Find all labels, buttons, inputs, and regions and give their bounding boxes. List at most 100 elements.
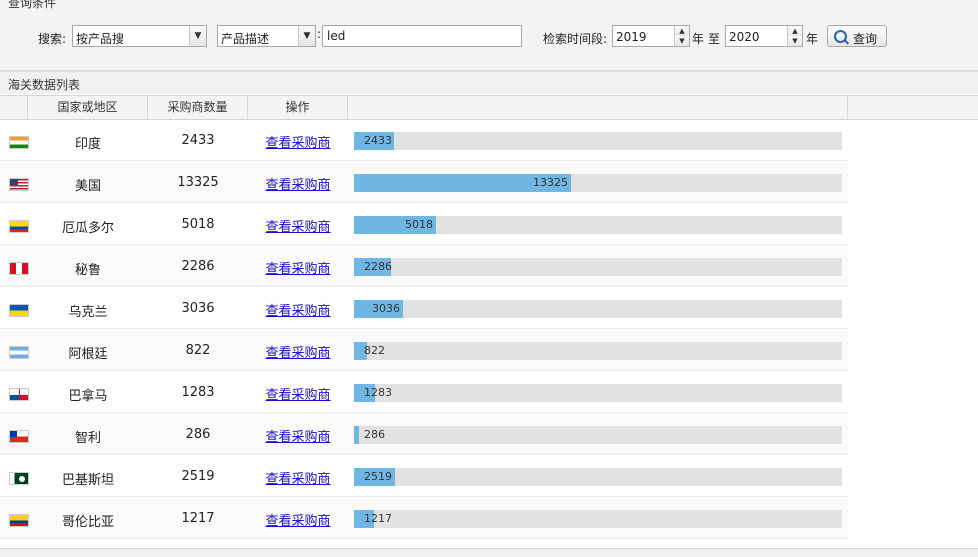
view-buyers-link[interactable]: 查看采购商 [248,342,348,361]
country-name: 巴拿马 [68,389,108,404]
panama-flag-icon [9,388,29,401]
time-range-label: 检索时间段: [543,32,608,46]
ukraine-flag-icon [9,304,29,317]
buyer-count-bar: 3036 [354,300,842,318]
buyer-count-bar-label: 3036 [372,302,400,315]
table-row: 美国 13325 查看采购商 13325 [0,161,848,203]
india-flag-icon [9,136,29,149]
view-buyers-link[interactable]: 查看采购商 [248,216,348,235]
year-to-spinner[interactable]: 2020 ▲ ▼ [725,25,803,47]
table-row: 厄瓜多尔 5018 查看采购商 5018 [0,203,848,245]
buyer-count-bar: 1217 [354,510,842,528]
column-header-bar [348,96,848,119]
table-row: 智利 286 查看采购商 286 [0,413,848,455]
country-name: 秘鲁 [74,263,101,278]
year-from-value: 2019 [616,30,647,44]
year-to-value: 2020 [729,30,760,44]
data-rows: 印度 2433 查看采购商 2433 美国 13325 查看采购商 13325 厄瓜多尔 5018… [0,119,848,539]
buyer-count-bar: 2286 [354,258,842,276]
buyer-count: 1283 [181,385,215,400]
spinner-arrows[interactable]: ▲ ▼ [787,26,802,46]
data-list-title: 海关数据列表 [8,78,81,92]
field-mode-select[interactable]: 产品描述 ▼ [217,25,316,47]
query-row: 搜索: 按产品搜 ▼ 产品描述 ▼ : 检索时间段: 2019 ▲ ▼ 年 至 … [0,25,978,49]
country-name: 智利 [74,431,101,446]
spin-down-icon[interactable]: ▼ [675,36,689,46]
to-label: 至 [708,32,721,46]
buyer-count-bar-label: 5018 [405,218,433,231]
buyer-count: 3036 [181,301,215,316]
chevron-down-icon[interactable]: ▼ [298,26,315,46]
table-row: 印度 2433 查看采购商 2433 [0,119,848,161]
colombia-flag-icon [9,514,29,527]
buyer-count-bar-label: 286 [364,428,385,441]
buyer-count-bar-label: 2286 [364,260,392,273]
country-name: 美国 [74,179,101,194]
buyer-count-bar-label: 1217 [364,512,392,525]
column-header-country[interactable]: 国家或地区 [28,96,148,119]
view-buyers-link[interactable]: 查看采购商 [248,384,348,403]
spin-up-icon[interactable]: ▲ [788,26,802,36]
argentina-flag-icon [9,346,29,359]
country-name: 哥伦比亚 [61,515,114,530]
search-mode-select[interactable]: 按产品搜 ▼ [72,25,207,47]
view-buyers-link[interactable]: 查看采购商 [248,258,348,277]
view-buyers-link[interactable]: 查看采购商 [248,132,348,151]
year-from-spinner[interactable]: 2019 ▲ ▼ [612,25,690,47]
flag-column-header [0,96,28,119]
query-panel-title: 查询条件 [8,0,57,10]
buyer-count-bar-label: 822 [364,344,385,357]
year-unit-label: 年 [692,32,705,46]
spin-down-icon[interactable]: ▼ [788,36,802,46]
country-name: 印度 [74,137,101,152]
grid-header: 国家或地区 采购商数量 操作 [0,95,978,120]
table-row: 阿根廷 822 查看采购商 822 [0,329,848,371]
pakistan-flag-icon [9,472,29,485]
search-mode-value: 按产品搜 [76,32,125,46]
buyer-count-bar: 1283 [354,384,842,402]
chile-flag-icon [9,430,29,443]
data-list-header: 海关数据列表 [0,71,978,94]
view-buyers-link[interactable]: 查看采购商 [248,300,348,319]
buyer-count-bar-label: 1283 [364,386,392,399]
buyer-count: 822 [185,343,211,358]
table-row: 巴基斯坦 2519 查看采购商 2519 [0,455,848,497]
country-name: 巴基斯坦 [61,473,114,488]
buyer-count-bar: 822 [354,342,842,360]
table-row: 巴拿马 1283 查看采购商 1283 [0,371,848,413]
view-buyers-link[interactable]: 查看采购商 [248,468,348,487]
query-button[interactable]: 查询 [827,25,887,47]
buyer-count: 5018 [181,217,215,232]
field-mode-value: 产品描述 [221,32,270,46]
column-header-buyer-count[interactable]: 采购商数量 [148,96,248,119]
buyer-count: 13325 [177,175,219,190]
country-name: 阿根廷 [68,347,108,362]
keyword-input[interactable] [322,25,522,47]
buyer-count-bar: 2433 [354,132,842,150]
buyer-count: 2519 [181,469,215,484]
view-buyers-link[interactable]: 查看采购商 [248,174,348,193]
chevron-down-icon[interactable]: ▼ [189,26,206,46]
view-buyers-link[interactable]: 查看采购商 [248,426,348,445]
buyer-count-bar-label: 13325 [533,176,568,189]
view-buyers-link[interactable]: 查看采购商 [248,510,348,529]
query-button-label: 查询 [853,32,878,46]
spinner-arrows[interactable]: ▲ ▼ [674,26,689,46]
buyer-count: 1217 [181,511,215,526]
buyer-count-bar-fill [354,426,359,444]
buyer-count-bar-label: 2519 [364,470,392,483]
search-label: 搜索: [38,32,67,46]
buyer-count: 286 [185,427,211,442]
spin-up-icon[interactable]: ▲ [675,26,689,36]
buyer-count: 2433 [181,133,215,148]
table-row: 秘鲁 2286 查看采购商 2286 [0,245,848,287]
query-panel: 查询条件 搜索: 按产品搜 ▼ 产品描述 ▼ : 检索时间段: 2019 ▲ ▼… [0,0,978,71]
buyer-count: 2286 [181,259,215,274]
country-name: 乌克兰 [68,305,108,320]
peru-flag-icon [9,262,29,275]
year-unit-label: 年 [806,32,819,46]
buyer-count-bar: 13325 [354,174,842,192]
search-icon [834,30,847,43]
column-header-action: 操作 [248,96,348,119]
buyer-count-bar: 286 [354,426,842,444]
